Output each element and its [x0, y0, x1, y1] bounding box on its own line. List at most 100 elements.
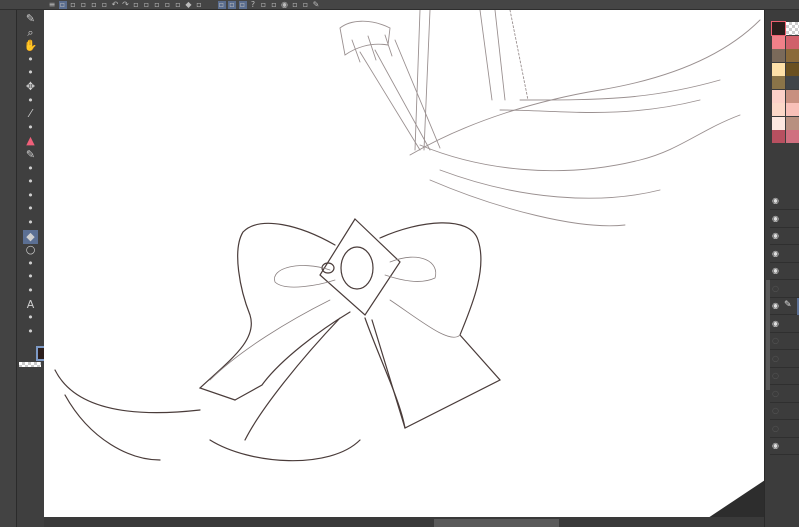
layer-row[interactable]: ○: [770, 421, 799, 438]
palette-swatch[interactable]: [786, 116, 799, 130]
visibility-eye-icon[interactable]: ◉: [772, 214, 779, 223]
record-icon[interactable]: ◉: [281, 1, 289, 9]
layer-scrollbar[interactable]: [766, 280, 770, 390]
layer-row[interactable]: ◉: [770, 316, 799, 333]
layer-down-icon[interactable]: ▫: [270, 1, 278, 9]
pen-icon[interactable]: ✎: [23, 148, 38, 162]
move-icon[interactable]: ✥: [23, 80, 38, 94]
stroke-3-icon[interactable]: ▫: [238, 1, 247, 9]
layer-row[interactable]: ○: [770, 368, 799, 385]
visibility-eye-icon[interactable]: ○: [772, 424, 779, 433]
balloon-icon[interactable]: •: [23, 311, 38, 325]
lasso-icon[interactable]: •: [23, 94, 38, 108]
frame-icon[interactable]: •: [23, 189, 38, 203]
layer-row[interactable]: ○: [770, 351, 799, 368]
ruler-icon[interactable]: •: [23, 202, 38, 216]
clear-icon[interactable]: ▫: [174, 1, 182, 9]
layer-row[interactable]: ◉: [770, 263, 799, 280]
visibility-eye-icon[interactable]: ◉: [772, 441, 779, 450]
stroke-1-icon[interactable]: ▫: [217, 1, 226, 9]
visibility-eye-icon[interactable]: ◉: [772, 319, 779, 328]
visibility-eye-icon[interactable]: ◉: [772, 249, 779, 258]
layer-row[interactable]: ◉: [770, 193, 799, 210]
palette-swatch[interactable]: [772, 76, 785, 89]
palette-swatch[interactable]: [772, 89, 785, 103]
visibility-eye-icon[interactable]: ○: [772, 284, 779, 293]
camera-icon[interactable]: ▫: [69, 1, 77, 9]
layer-row[interactable]: ○: [770, 281, 799, 298]
palette-swatch[interactable]: [786, 76, 799, 89]
layer-row[interactable]: ○: [770, 403, 799, 420]
ellipse-icon[interactable]: ○: [23, 243, 38, 257]
transform-icon[interactable]: ▫: [195, 1, 203, 9]
fill-icon[interactable]: ◆: [185, 1, 193, 9]
pencil-icon[interactable]: •: [23, 162, 38, 176]
layer-row[interactable]: ◉ ✎: [770, 298, 799, 315]
save-icon[interactable]: ▫: [101, 1, 109, 9]
redo-icon[interactable]: ↷: [122, 1, 130, 9]
palette-swatch[interactable]: [786, 103, 799, 116]
pen-icon[interactable]: ✎: [312, 1, 320, 9]
palette-swatch[interactable]: [786, 49, 799, 62]
palette-swatch[interactable]: [772, 49, 785, 62]
hand-icon[interactable]: ✋: [23, 39, 38, 53]
visibility-eye-icon[interactable]: ◉: [772, 196, 779, 205]
transparent-color-swatch[interactable]: [19, 362, 41, 367]
palette-swatch[interactable]: [786, 22, 799, 35]
line-icon[interactable]: •: [23, 325, 38, 339]
menu-icon[interactable]: ≡: [48, 1, 56, 9]
ruler-icon[interactable]: ▫: [302, 1, 310, 9]
correction-icon[interactable]: •: [23, 284, 38, 298]
layer-row[interactable]: ◉: [770, 246, 799, 263]
palette-swatch[interactable]: [786, 62, 799, 76]
palette-swatch[interactable]: [772, 130, 785, 143]
decoration-icon[interactable]: •: [23, 216, 38, 230]
palette-swatch[interactable]: [771, 21, 786, 36]
magic-wand-icon[interactable]: •: [23, 121, 38, 135]
select-all-icon[interactable]: ▫: [132, 1, 140, 9]
invert-icon[interactable]: ▫: [153, 1, 161, 9]
fill-icon[interactable]: ◆: [23, 229, 38, 244]
layer-row[interactable]: ◉: [770, 211, 799, 228]
pen-icon[interactable]: ✎: [23, 12, 38, 26]
crop-icon[interactable]: ▫: [164, 1, 172, 9]
open-icon[interactable]: ▫: [90, 1, 98, 9]
layer-up-icon[interactable]: ▫: [260, 1, 268, 9]
palette-swatch[interactable]: [772, 35, 785, 49]
eyedropper-icon[interactable]: ⁄: [23, 107, 38, 121]
palette-swatch[interactable]: [772, 103, 785, 116]
visibility-eye-icon[interactable]: ○: [772, 406, 779, 415]
visibility-eye-icon[interactable]: ○: [772, 389, 779, 398]
gradient-icon[interactable]: •: [23, 257, 38, 271]
undo-icon[interactable]: ↶: [111, 1, 119, 9]
text-icon[interactable]: A: [23, 298, 38, 312]
horizontal-scrollbar[interactable]: [434, 519, 559, 527]
visibility-eye-icon[interactable]: ○: [772, 354, 779, 363]
palette-swatch[interactable]: [786, 130, 799, 143]
zoom-icon[interactable]: ⌕: [23, 26, 38, 40]
palette-swatch[interactable]: [772, 116, 785, 130]
visibility-eye-icon[interactable]: ◉: [772, 231, 779, 240]
visibility-eye-icon[interactable]: ○: [772, 371, 779, 380]
panel-icon[interactable]: •: [23, 270, 38, 284]
snap-icon[interactable]: ▫: [291, 1, 299, 9]
palette-swatch[interactable]: [772, 62, 785, 76]
visibility-eye-icon[interactable]: ◉: [772, 266, 779, 275]
layer-row[interactable]: ○: [770, 386, 799, 403]
stroke-2-icon[interactable]: ▫: [228, 1, 236, 9]
visibility-eye-icon[interactable]: ◉: [772, 301, 779, 310]
deselect-icon[interactable]: ▫: [143, 1, 151, 9]
canvas[interactable]: [44, 9, 764, 517]
eraser-icon[interactable]: ▲: [23, 134, 38, 148]
visibility-eye-icon[interactable]: ○: [772, 336, 779, 345]
layer-row[interactable]: ○: [770, 333, 799, 350]
palette-swatch[interactable]: [786, 35, 799, 49]
layer-icon[interactable]: ▫: [58, 1, 67, 9]
blend-icon[interactable]: •: [23, 175, 38, 189]
palette-swatch[interactable]: [786, 89, 799, 103]
layer-row[interactable]: ◉: [770, 438, 799, 455]
layer-row[interactable]: ◉: [770, 228, 799, 245]
help-icon[interactable]: ?: [249, 1, 257, 9]
new-file-icon[interactable]: ▫: [80, 1, 88, 9]
select-layer-icon[interactable]: •: [23, 66, 38, 80]
